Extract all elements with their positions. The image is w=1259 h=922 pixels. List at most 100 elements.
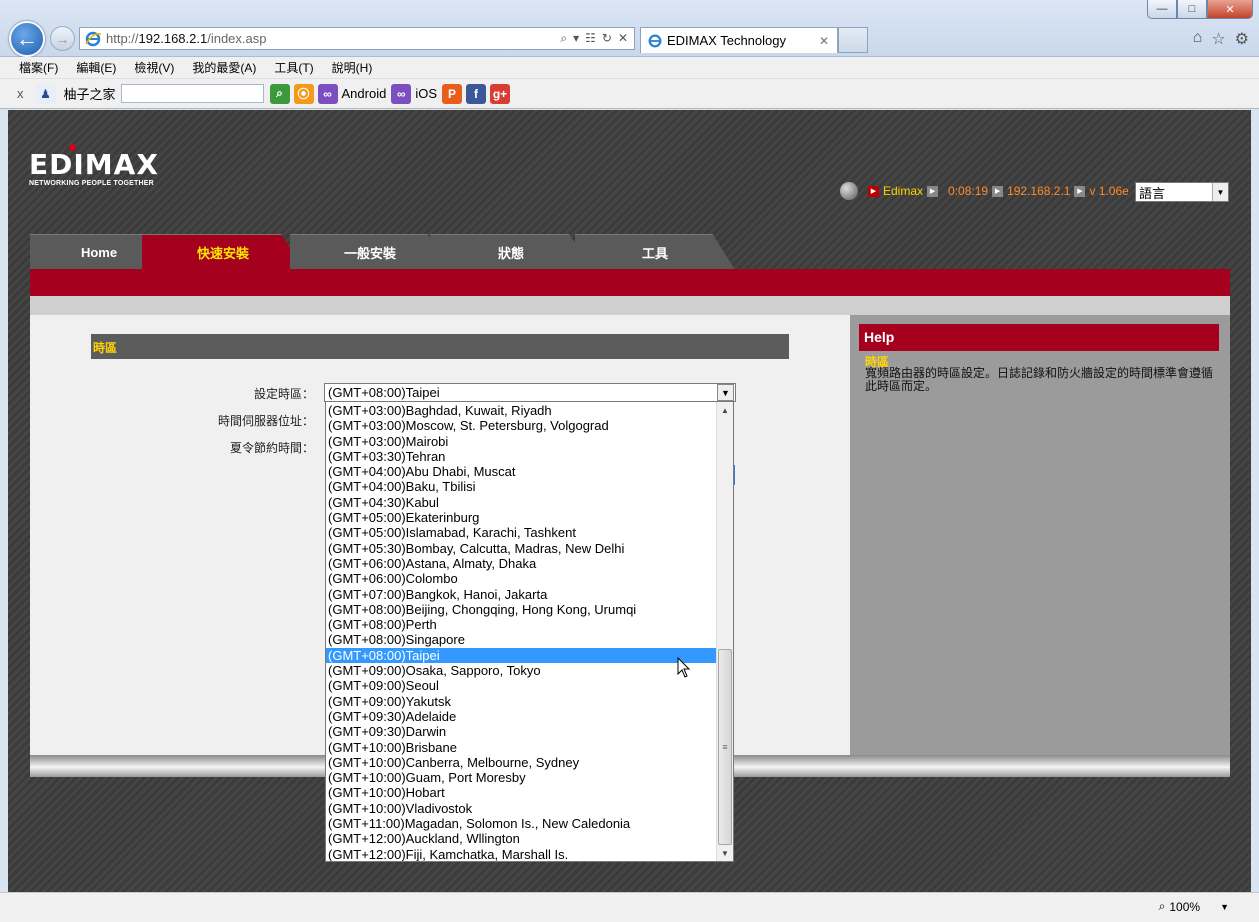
favorite-site-name[interactable]: 柚子之家 (64, 84, 116, 103)
timezone-option[interactable]: (GMT+04:00)Abu Dhabi, Muscat (326, 464, 717, 479)
timezone-option[interactable]: (GMT+09:00)Yakutsk (326, 694, 717, 709)
google-plus-icon[interactable]: g+ (490, 83, 510, 104)
timezone-option[interactable]: (GMT+09:00)Seoul (326, 678, 717, 693)
compat-view-icon[interactable]: ☷ (585, 31, 596, 46)
timezone-option[interactable]: (GMT+06:00)Colombo (326, 571, 717, 586)
toolbar-right-icons: ⌂ ☆ ⚙ (1193, 29, 1249, 49)
timezone-option[interactable]: (GMT+05:00)Ekaterinburg (326, 510, 717, 525)
refresh-icon[interactable]: ↻ (602, 31, 612, 46)
play-arrow-icon: ▶ (927, 185, 939, 197)
timezone-option[interactable]: (GMT+08:00)Singapore (326, 632, 717, 647)
dropdown-scrollbar[interactable]: ▲ ≡ ▼ (716, 402, 733, 861)
timezone-option[interactable]: (GMT+04:00)Baku, Tbilisi (326, 479, 717, 494)
address-bar[interactable]: http://192.168.2.1/index.asp ⌕ ▾ ☷ ↻ ✕ (79, 27, 635, 50)
rss-icon[interactable]: ⦿ (293, 83, 314, 104)
timezone-option[interactable]: (GMT+04:30)Kabul (326, 495, 717, 510)
section-title: 時區 (91, 334, 789, 359)
ntp-server-label: 時間伺服器位址： (217, 414, 314, 428)
timezone-option[interactable]: (GMT+03:00)Mairobi (326, 434, 717, 449)
home-icon[interactable]: ⌂ (1193, 29, 1203, 49)
ie-page-icon (85, 31, 102, 46)
window-controls: — □ ✕ (1147, 0, 1253, 19)
main-nav: Home 快速安裝 一般安裝 狀態 工具 (30, 234, 1230, 270)
timezone-option[interactable]: (GMT+12:00)Auckland, Wllington (326, 831, 717, 846)
tab-general-setup-label: 一般安裝 (343, 245, 396, 261)
tab-quick-setup[interactable]: 快速安裝 (142, 234, 304, 270)
search-icon[interactable]: ⌕ (560, 31, 567, 46)
timezone-option[interactable]: (GMT+10:00)Vladivostok (326, 801, 717, 816)
maximize-button[interactable]: □ (1177, 0, 1207, 19)
close-toolbar-icon[interactable]: x (17, 86, 24, 101)
menu-favorites[interactable]: 我的最愛(A) (192, 59, 256, 76)
close-window-button[interactable]: ✕ (1207, 0, 1253, 19)
timezone-option[interactable]: (GMT+08:00)Perth (326, 617, 717, 632)
zoom-magnifier-icon: ⌕ (1158, 899, 1166, 913)
toolbar-search-input[interactable] (120, 84, 264, 103)
tab-status-label: 狀態 (497, 245, 524, 261)
help-text: 寬頻路由器的時區設定。日誌記錄和防火牆設定的時間標準會遵循此時區而定。 (865, 366, 1214, 393)
chevron-down-icon: ▼ (1220, 901, 1229, 912)
timezone-option[interactable]: (GMT+03:00)Moscow, St. Petersburg, Volgo… (326, 418, 717, 433)
timezone-option[interactable]: (GMT+08:00)Beijing, Chongqing, Hong Kong… (326, 602, 717, 617)
browser-titlebar: — □ ✕ ← → http://192.168.2.1/index.asp ⌕… (0, 0, 1259, 57)
edimax-logo: EDIMAX NETWORKING PEOPLE TOGETHER (29, 144, 159, 187)
play-arrow-icon: ▶ (868, 185, 879, 197)
dropdown-arrow-icon[interactable]: ▾ (573, 31, 579, 46)
back-arrow-icon: ← (16, 26, 38, 51)
favorite-ios[interactable]: iOS (415, 86, 437, 101)
stop-icon[interactable]: ✕ (618, 31, 628, 46)
timezone-option[interactable]: (GMT+03:00)Baghdad, Kuwait, Riyadh (326, 403, 717, 418)
timezone-option[interactable]: (GMT+09:00)Osaka, Sapporo, Tokyo (326, 663, 717, 678)
url-text[interactable]: http://192.168.2.1/index.asp (106, 31, 560, 46)
language-select[interactable]: 語言 ▼ (1135, 182, 1229, 202)
timezone-option[interactable]: (GMT+09:30)Darwin (326, 724, 717, 739)
timezone-option[interactable]: (GMT+06:00)Astana, Almaty, Dhaka (326, 556, 717, 571)
tab-tools[interactable]: 工具 (575, 234, 735, 270)
router-ip: 192.168.2.1 (1007, 184, 1071, 198)
timezone-option[interactable]: (GMT+08:00)Taipei (326, 647, 717, 664)
timezone-select[interactable]: (GMT+08:00)Taipei ▼ (324, 383, 736, 402)
favorite-android[interactable]: Android (342, 86, 387, 101)
site-logo-icon: ♟ (35, 83, 56, 104)
timezone-option[interactable]: (GMT+10:00)Brisbane (326, 740, 717, 755)
nav-greyband (30, 296, 1230, 315)
p-icon[interactable]: P (442, 83, 462, 104)
timezone-option[interactable]: (GMT+03:30)Tehran (326, 449, 717, 464)
timezone-option[interactable]: (GMT+05:30)Bombay, Calcutta, Madras, New… (326, 541, 717, 556)
menu-tools[interactable]: 工具(T) (274, 59, 313, 76)
timezone-option[interactable]: (GMT+09:30)Adelaide (326, 709, 717, 724)
timezone-option[interactable]: (GMT+10:00)Guam, Port Moresby (326, 770, 717, 785)
tab-status[interactable]: 狀態 (430, 234, 592, 270)
tab-tools-label: 工具 (641, 245, 668, 261)
zoom-control[interactable]: ⌕ 100% ▼ (1159, 899, 1229, 914)
menu-file[interactable]: 檔案(F) (19, 59, 58, 76)
menu-view[interactable]: 檢視(V) (134, 59, 174, 76)
timezone-option[interactable]: (GMT+12:00)Fiji, Kamchatka, Marshall Is. (326, 847, 717, 861)
ie-tab-icon (648, 34, 662, 47)
timezone-option[interactable]: (GMT+11:00)Magadan, Solomon Is., New Cal… (326, 816, 717, 831)
favorites-star-icon[interactable]: ☆ (1211, 29, 1225, 49)
timezone-option[interactable]: (GMT+10:00)Canberra, Melbourne, Sydney (326, 755, 717, 770)
facebook-icon[interactable]: f (466, 83, 486, 104)
scroll-thumb[interactable]: ≡ (718, 649, 732, 845)
menu-help[interactable]: 說明(H) (332, 59, 373, 76)
scroll-down-icon[interactable]: ▼ (717, 845, 733, 861)
minimize-button[interactable]: — (1147, 0, 1177, 19)
forward-button[interactable]: → (50, 26, 75, 51)
settings-gear-icon[interactable]: ⚙ (1235, 29, 1249, 49)
timezone-option[interactable]: (GMT+07:00)Bangkok, Hanoi, Jakarta (326, 587, 717, 602)
forward-arrow-icon: → (55, 30, 70, 47)
timezone-label: 設定時區： (253, 387, 314, 401)
chevron-down-icon: ▼ (1212, 183, 1228, 201)
browser-tab[interactable]: EDIMAX Technology ✕ (640, 27, 838, 53)
new-tab-button[interactable] (838, 27, 868, 53)
timezone-option[interactable]: (GMT+05:00)Islamabad, Karachi, Tashkent (326, 525, 717, 540)
timezone-option[interactable]: (GMT+10:00)Hobart (326, 785, 717, 800)
tab-general-setup[interactable]: 一般安裝 (290, 234, 450, 270)
scroll-up-icon[interactable]: ▲ (717, 402, 733, 418)
back-button[interactable]: ← (9, 21, 45, 57)
tab-close-icon[interactable]: ✕ (819, 34, 829, 48)
menu-edit[interactable]: 編輯(E) (76, 59, 116, 76)
timezone-dropdown-list[interactable]: (GMT+03:00)Baghdad, Kuwait, Riyadh (GMT+0… (325, 401, 734, 862)
search-go-icon[interactable]: ⌕ (269, 83, 290, 104)
